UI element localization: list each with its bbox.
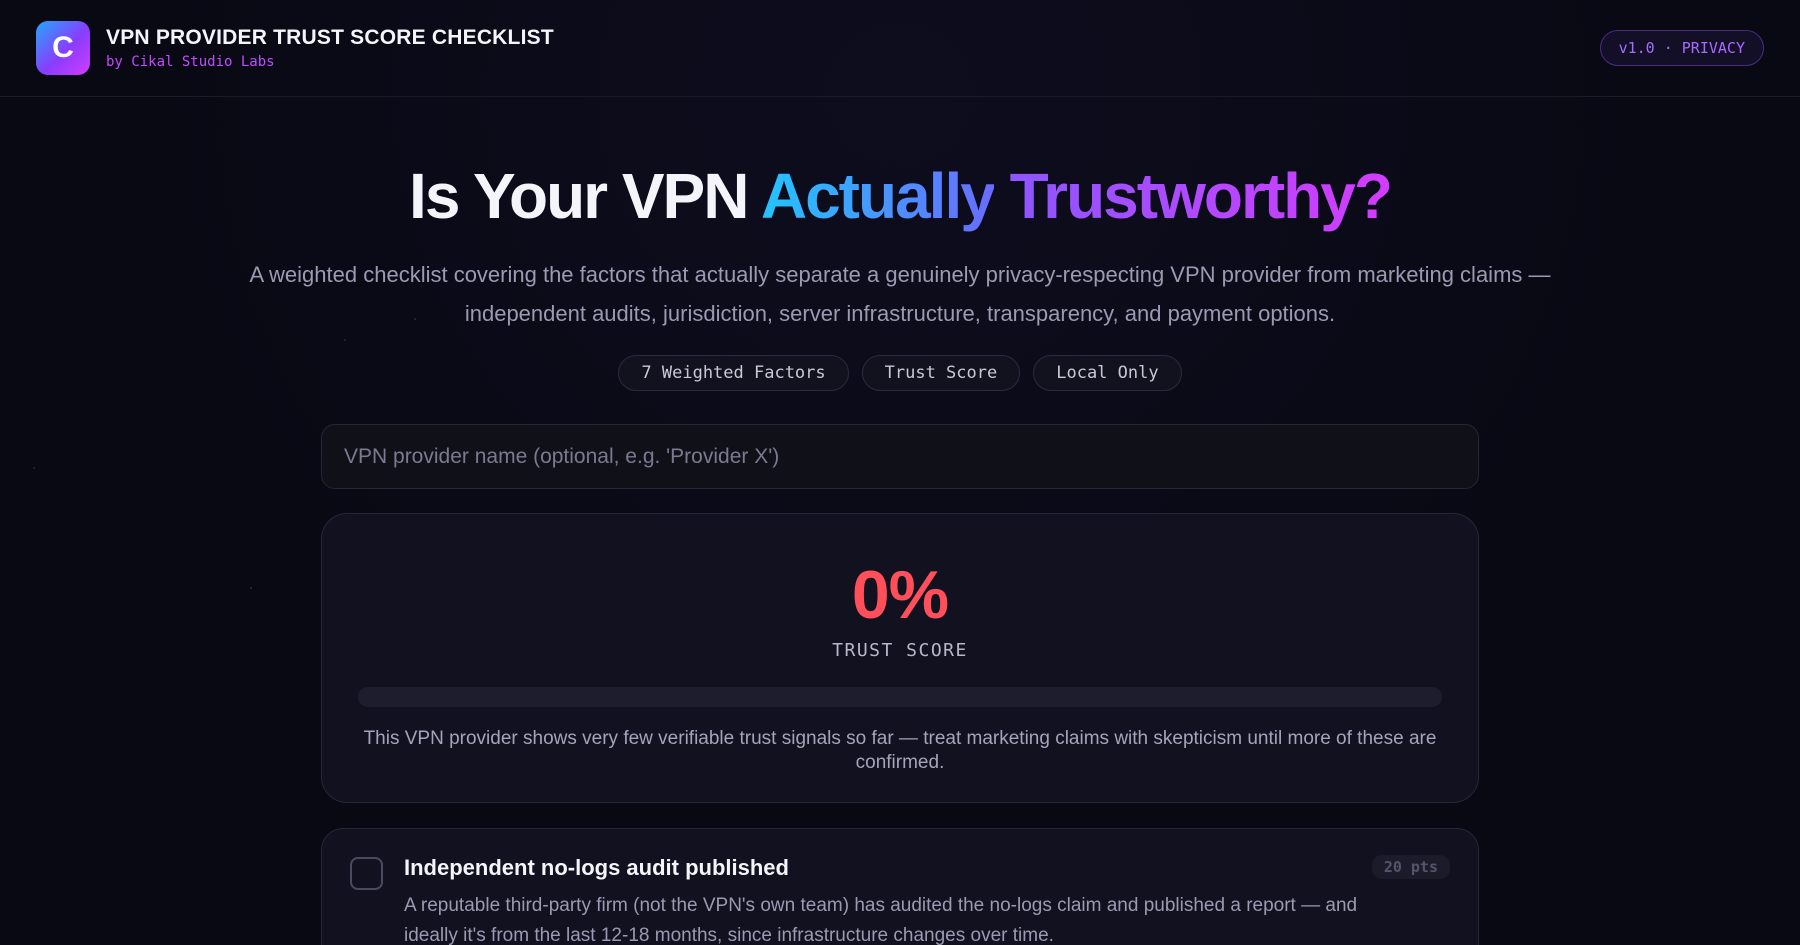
score-card: 0% TRUST SCORE This VPN provider shows v… <box>321 513 1479 803</box>
trust-score-label: TRUST SCORE <box>832 640 968 661</box>
factor-card[interactable]: Independent no-logs audit published A re… <box>321 828 1479 945</box>
factor-points-badge: 20 pts <box>1371 855 1450 879</box>
title-part-2: Actually <box>760 160 996 232</box>
top-bar: C VPN PROVIDER TRUST SCORE CHECKLIST by … <box>0 0 1800 97</box>
provider-name-input[interactable] <box>321 424 1479 489</box>
background-dot <box>414 318 416 320</box>
factor-description: A reputable third-party firm (not the VP… <box>404 895 1358 945</box>
logo-icon: C <box>36 21 90 75</box>
trust-score-progress-bar <box>358 687 1442 707</box>
background-dot <box>250 587 252 589</box>
title-part-3: Trustworthy? <box>993 160 1393 232</box>
factor-title: Independent no-logs audit published <box>404 855 789 880</box>
factor-checkbox[interactable] <box>350 857 383 890</box>
tag-local-only: Local Only <box>1033 355 1182 391</box>
page-title: Is Your VPN Actually Trustworthy? <box>0 159 1800 233</box>
version-badge: v1.0 · PRIVACY <box>1599 30 1764 66</box>
background-dot <box>33 467 35 469</box>
background-dot <box>344 339 346 341</box>
hero: Is Your VPN Actually Trustworthy? A weig… <box>0 159 1800 391</box>
trust-score-value: 0% <box>851 557 949 633</box>
brand[interactable]: C VPN PROVIDER TRUST SCORE CHECKLIST by … <box>36 21 554 75</box>
tag-list: 7 Weighted Factors Trust Score Local Onl… <box>0 355 1800 391</box>
tag-trust-score: Trust Score <box>861 355 1021 391</box>
main-column: 0% TRUST SCORE This VPN provider shows v… <box>321 391 1479 945</box>
tag-weighted-factors: 7 Weighted Factors <box>618 355 849 391</box>
page: C VPN PROVIDER TRUST SCORE CHECKLIST by … <box>0 0 1800 945</box>
trust-score-message: This VPN provider shows very few verifia… <box>363 728 1437 773</box>
app-subtitle: by Cikal Studio Labs <box>106 54 275 70</box>
app-title: VPN PROVIDER TRUST SCORE CHECKLIST <box>106 26 554 49</box>
page-description: A weighted checklist covering the factor… <box>249 262 1551 326</box>
title-part-1: Is Your VPN <box>409 160 761 232</box>
